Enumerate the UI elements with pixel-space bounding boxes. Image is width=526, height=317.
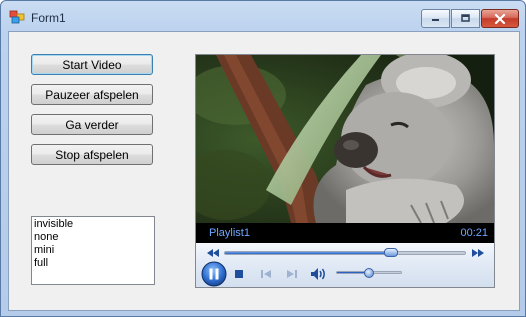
volume-thumb[interactable] <box>364 268 374 278</box>
media-player[interactable]: Playlist1 00:21 <box>195 54 495 288</box>
minimize-button[interactable] <box>421 9 450 28</box>
maximize-icon <box>461 14 470 22</box>
rewind-icon[interactable] <box>207 249 219 257</box>
next-icon[interactable] <box>286 269 298 279</box>
start-video-button[interactable]: Start Video <box>31 54 153 75</box>
form1-window: Form1 Start Video Pauzeer afspelen Ga ve… <box>0 0 526 317</box>
app-icon <box>9 10 25 24</box>
seek-slider[interactable] <box>224 248 466 257</box>
minimize-icon <box>432 19 439 21</box>
ui-mode-listbox[interactable]: invisible none mini full <box>31 216 155 285</box>
form-client-area: Start Video Pauzeer afspelen Ga verder S… <box>8 31 520 311</box>
koala-video-frame <box>196 55 494 223</box>
stop-icon[interactable] <box>234 269 244 279</box>
player-info-bar: Playlist1 00:21 <box>196 223 494 243</box>
close-icon <box>494 13 506 24</box>
video-display[interactable] <box>196 55 494 223</box>
pause-playback-button[interactable]: Pauzeer afspelen <box>31 84 153 105</box>
volume-icon[interactable] <box>310 267 328 281</box>
pause-icon[interactable] <box>201 261 227 287</box>
seek-progress-fill <box>225 252 391 254</box>
player-controls <box>196 243 494 287</box>
continue-button[interactable]: Ga verder <box>31 114 153 135</box>
stop-playback-button[interactable]: Stop afspelen <box>31 144 153 165</box>
list-item[interactable]: none <box>34 231 152 244</box>
maximize-button[interactable] <box>451 9 480 28</box>
close-button[interactable] <box>481 9 519 28</box>
window-title: Form1 <box>31 11 66 25</box>
list-item[interactable]: mini <box>34 244 152 257</box>
list-item[interactable]: full <box>34 257 152 270</box>
fast-forward-icon[interactable] <box>472 249 484 257</box>
seek-thumb[interactable] <box>383 248 398 257</box>
list-item[interactable]: invisible <box>34 218 152 231</box>
volume-slider[interactable] <box>336 268 402 278</box>
elapsed-time: 00:21 <box>460 227 488 239</box>
playlist-name: Playlist1 <box>209 227 250 239</box>
previous-icon[interactable] <box>260 269 272 279</box>
title-bar[interactable]: Form1 <box>1 1 525 31</box>
